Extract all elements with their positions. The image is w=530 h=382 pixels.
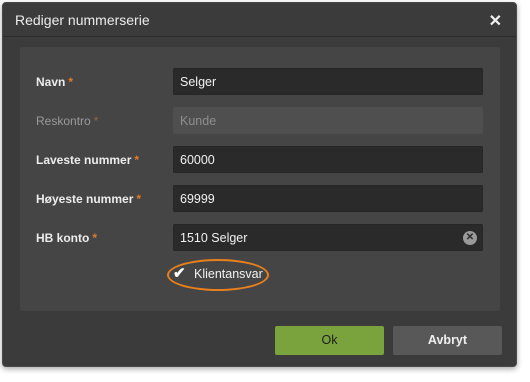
laveste-nummer-input[interactable]: 60000 [173, 146, 483, 173]
hoyeste-nummer-input[interactable]: 69999 [173, 185, 483, 212]
reskontro-label: Reskontro * [36, 114, 99, 128]
clear-icon[interactable]: ✕ [463, 231, 477, 245]
checkmark-icon[interactable]: ✔ [173, 264, 186, 282]
dialog-titlebar: Rediger nummerserie ✕ [3, 3, 516, 37]
edit-number-series-dialog: Rediger nummerserie ✕ Navn * Selger Resko… [2, 2, 517, 367]
hoyeste-nummer-label: Høyeste nummer * [36, 192, 142, 206]
form-row-hb-konto: HB konto * 1510 Selger ✕ [20, 224, 500, 252]
hb-konto-label: HB konto * [36, 231, 97, 245]
required-marker: * [93, 114, 99, 128]
close-icon[interactable]: ✕ [489, 11, 502, 31]
form-row-laveste-nummer: Laveste nummer * 60000 [20, 146, 500, 174]
reskontro-input: Kunde [173, 107, 483, 134]
form-row-navn: Navn * Selger [20, 68, 500, 96]
cancel-button[interactable]: Avbryt [393, 326, 502, 355]
dialog-title: Rediger nummerserie [15, 12, 150, 28]
hb-konto-value: 1510 Selger [180, 231, 248, 245]
navn-input[interactable]: Selger [173, 68, 483, 95]
required-marker: * [68, 75, 74, 89]
form-row-reskontro: Reskontro * Kunde [20, 107, 500, 135]
navn-label: Navn * [36, 75, 74, 89]
ok-button[interactable]: Ok [275, 326, 384, 355]
hb-konto-input[interactable]: 1510 Selger ✕ [173, 224, 483, 251]
klientansvar-label[interactable]: Klientansvar [194, 267, 263, 281]
required-marker: * [136, 192, 142, 206]
laveste-nummer-label: Laveste nummer * [36, 153, 140, 167]
form-row-hoyeste-nummer: Høyeste nummer * 69999 [20, 185, 500, 213]
required-marker: * [92, 231, 97, 245]
form-panel: Navn * Selger Reskontro * Kunde Laveste nu… [20, 47, 500, 311]
required-marker: * [134, 153, 140, 167]
